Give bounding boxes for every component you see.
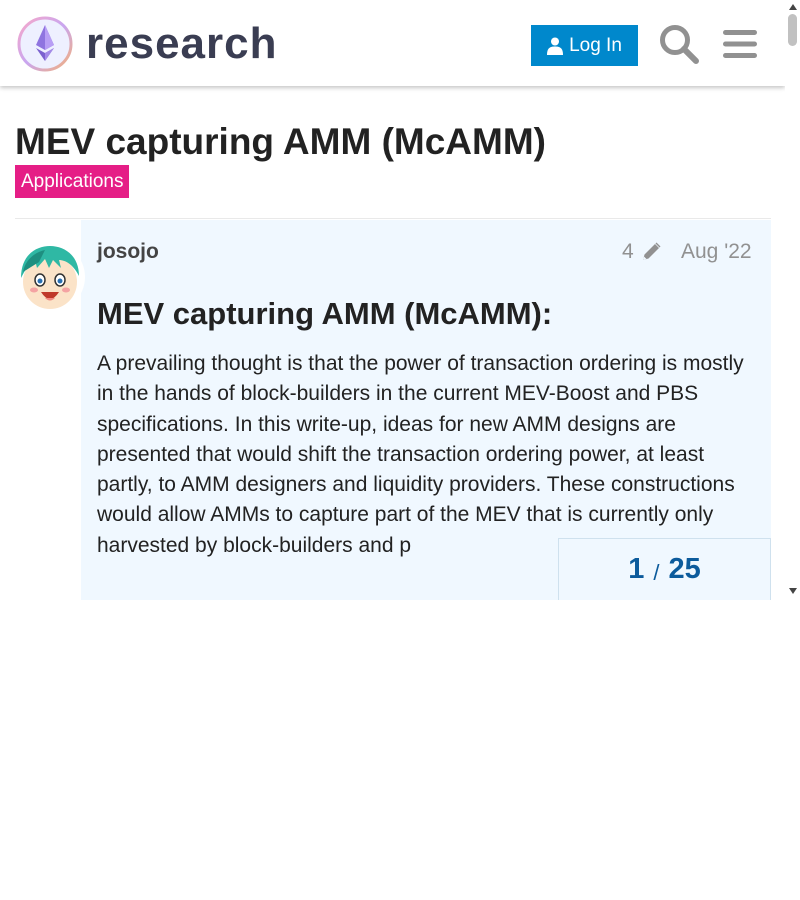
login-button[interactable]: Log In — [531, 25, 638, 66]
progress-total: 25 — [668, 553, 701, 585]
edit-count: 4 — [622, 240, 634, 263]
post-text: A prevailing thought is that the power o… — [97, 352, 744, 557]
progress-separator: / — [653, 559, 660, 585]
search-button[interactable] — [655, 20, 703, 68]
scroll-up-arrow-icon[interactable] — [789, 4, 797, 10]
edit-history-button[interactable]: 4 — [622, 240, 662, 264]
logo-text: research — [86, 19, 278, 68]
scroll-down-arrow-icon[interactable] — [789, 588, 797, 594]
topic-title[interactable]: MEV capturing AMM (McAMM) — [15, 118, 546, 166]
avatar-image — [15, 242, 85, 312]
search-icon — [660, 25, 699, 64]
post-heading: MEV capturing AMM (McAMM): — [97, 296, 553, 331]
page-scrollbar[interactable] — [785, 0, 800, 600]
title-divider — [15, 218, 771, 219]
post-username[interactable]: josojo — [97, 240, 159, 264]
hamburger-menu-icon — [723, 30, 757, 58]
page-viewport: research Log In MEV capturing AMM (McAMM… — [0, 0, 800, 600]
site-logo[interactable]: research — [16, 14, 277, 74]
login-label: Log In — [569, 34, 622, 56]
user-icon — [547, 37, 564, 55]
scroll-thumb[interactable] — [788, 14, 797, 46]
user-avatar[interactable] — [15, 242, 85, 312]
topic-progress[interactable]: 1 / 25 — [558, 538, 771, 600]
menu-button[interactable] — [716, 20, 764, 68]
site-header: research Log In — [0, 0, 785, 86]
pencil-icon — [640, 241, 662, 263]
post-date[interactable]: Aug '22 — [681, 240, 752, 264]
ethereum-logo-icon — [17, 16, 73, 72]
category-badge[interactable]: Applications — [15, 165, 130, 198]
progress-current: 1 — [628, 553, 645, 585]
